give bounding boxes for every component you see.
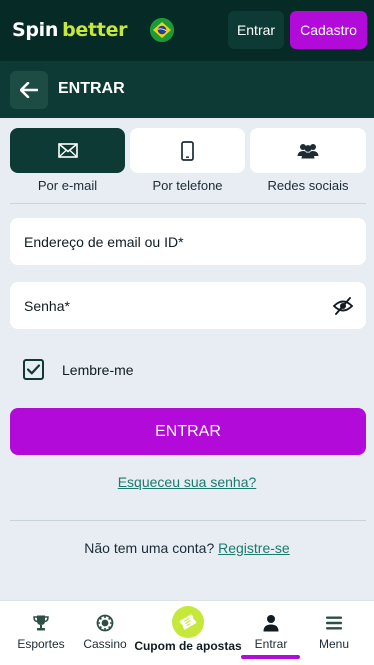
remember-me-label: Lembre-me (62, 362, 134, 378)
arrow-left-icon (20, 82, 38, 98)
spinbetter-logo[interactable]: Spin better (12, 17, 128, 43)
tab-phone-label: Por telefone (152, 178, 223, 193)
nav-label: Menu (318, 637, 350, 651)
nav-item-esportes[interactable]: Esportes (10, 601, 72, 665)
casino-chip-icon (96, 614, 114, 632)
divider (10, 520, 366, 521)
nav-label-cupom[interactable]: Cupom de apostas (134, 639, 242, 653)
ticket-icon (179, 614, 197, 630)
nav-item-menu[interactable]: Menu (304, 601, 364, 665)
brazil-flag-icon[interactable] (150, 18, 174, 42)
back-button[interactable] (10, 71, 48, 109)
page-title: ENTRAR (58, 80, 125, 97)
tab-phone[interactable] (130, 128, 245, 173)
password-placeholder: Senha* (24, 297, 70, 314)
no-account-row: Não tem uma conta? Registre-se (0, 540, 374, 556)
password-field[interactable]: Senha* (10, 282, 366, 329)
nav-item-cassino[interactable]: Cassino (76, 601, 134, 665)
forgot-password-link[interactable]: Esqueceu sua senha? (0, 474, 374, 490)
users-icon (297, 144, 319, 159)
page-subheader: ENTRAR (0, 61, 374, 118)
envelope-icon (57, 143, 78, 158)
nav-label: Entrar (254, 637, 288, 651)
register-link[interactable]: Registre-se (218, 540, 290, 556)
checkmark-icon (27, 364, 40, 375)
nav-item-cupom[interactable] (172, 606, 204, 638)
email-placeholder: Endereço de email ou ID* (24, 233, 184, 250)
divider (10, 203, 366, 204)
nav-label: Cassino (83, 637, 127, 651)
login-submit-button[interactable]: ENTRAR (10, 408, 366, 455)
nav-label: Esportes (17, 637, 65, 651)
hamburger-menu-icon (326, 616, 342, 630)
user-icon (263, 615, 279, 632)
tab-email[interactable] (10, 128, 125, 173)
header-register-button[interactable]: Cadastro (290, 11, 367, 49)
active-indicator (241, 655, 300, 659)
tab-social-label: Redes sociais (267, 178, 349, 193)
tab-social[interactable] (250, 128, 366, 173)
header-login-button[interactable]: Entrar (228, 11, 284, 49)
eye-off-icon[interactable] (332, 295, 354, 317)
no-account-text: Não tem uma conta? (84, 540, 215, 556)
remember-me-checkbox[interactable] (23, 359, 44, 380)
tab-email-label: Por e-mail (37, 178, 98, 193)
email-field[interactable]: Endereço de email ou ID* (10, 218, 366, 265)
top-header: Spin better Entrar Cadastro (0, 0, 374, 61)
smartphone-icon (181, 140, 194, 161)
trophy-icon (33, 615, 49, 631)
